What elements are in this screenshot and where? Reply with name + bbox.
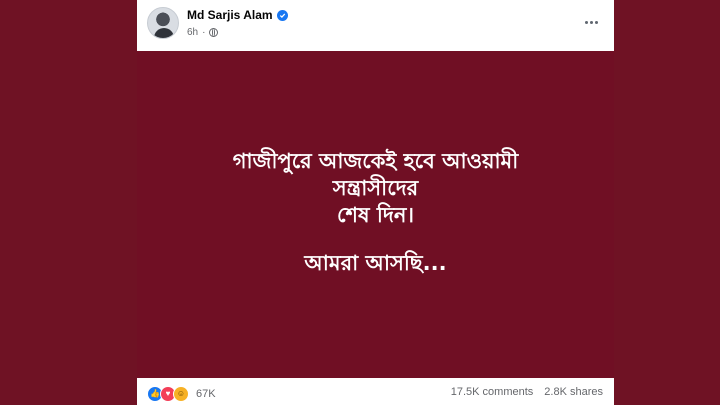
image-text-line-4: আমরা আসছি... <box>304 251 447 275</box>
more-options-button[interactable] <box>579 12 603 32</box>
author-row: Md Sarjis Alam <box>187 8 288 22</box>
meta-separator: · <box>202 27 206 38</box>
globe-icon[interactable] <box>209 28 219 37</box>
post-card: Md Sarjis Alam 6h · গাজীপুরে আজকেই হবে আ… <box>137 0 614 405</box>
post-image[interactable]: গাজীপুরে আজকেই হবে আওয়ামী সন্ত্রাসীদের … <box>137 51 614 378</box>
post-header: Md Sarjis Alam 6h · <box>137 0 614 48</box>
reactions-summary[interactable]: 👍 ♥ ☺ 67K <box>147 386 216 402</box>
image-text-line-3: শেষ দিন। <box>337 203 414 227</box>
post-meta: 6h · <box>187 27 219 38</box>
comments-count[interactable]: 17.5K comments <box>451 386 534 398</box>
reaction-count[interactable]: 67K <box>196 388 216 400</box>
haha-icon: ☺ <box>173 386 189 402</box>
post-stats: 17.5K comments 2.8K shares <box>451 386 603 398</box>
post-footer: 👍 ♥ ☺ 67K 17.5K comments 2.8K shares <box>137 379 614 405</box>
post-image-text: গাজীপুরে আজকেই হবে আওয়ামী সন্ত্রাসীদের … <box>137 148 614 277</box>
verified-badge-icon <box>276 9 288 21</box>
more-options-icon <box>584 20 588 24</box>
shares-count[interactable]: 2.8K shares <box>544 386 603 398</box>
image-text-line-1: গাজীপুরে আজকেই হবে আওয়ামী <box>232 149 519 173</box>
author-name[interactable]: Md Sarjis Alam <box>187 8 273 22</box>
post-time[interactable]: 6h <box>187 27 198 38</box>
image-text-line-2: সন্ত্রাসীদের <box>332 176 419 200</box>
avatar[interactable] <box>147 7 179 39</box>
